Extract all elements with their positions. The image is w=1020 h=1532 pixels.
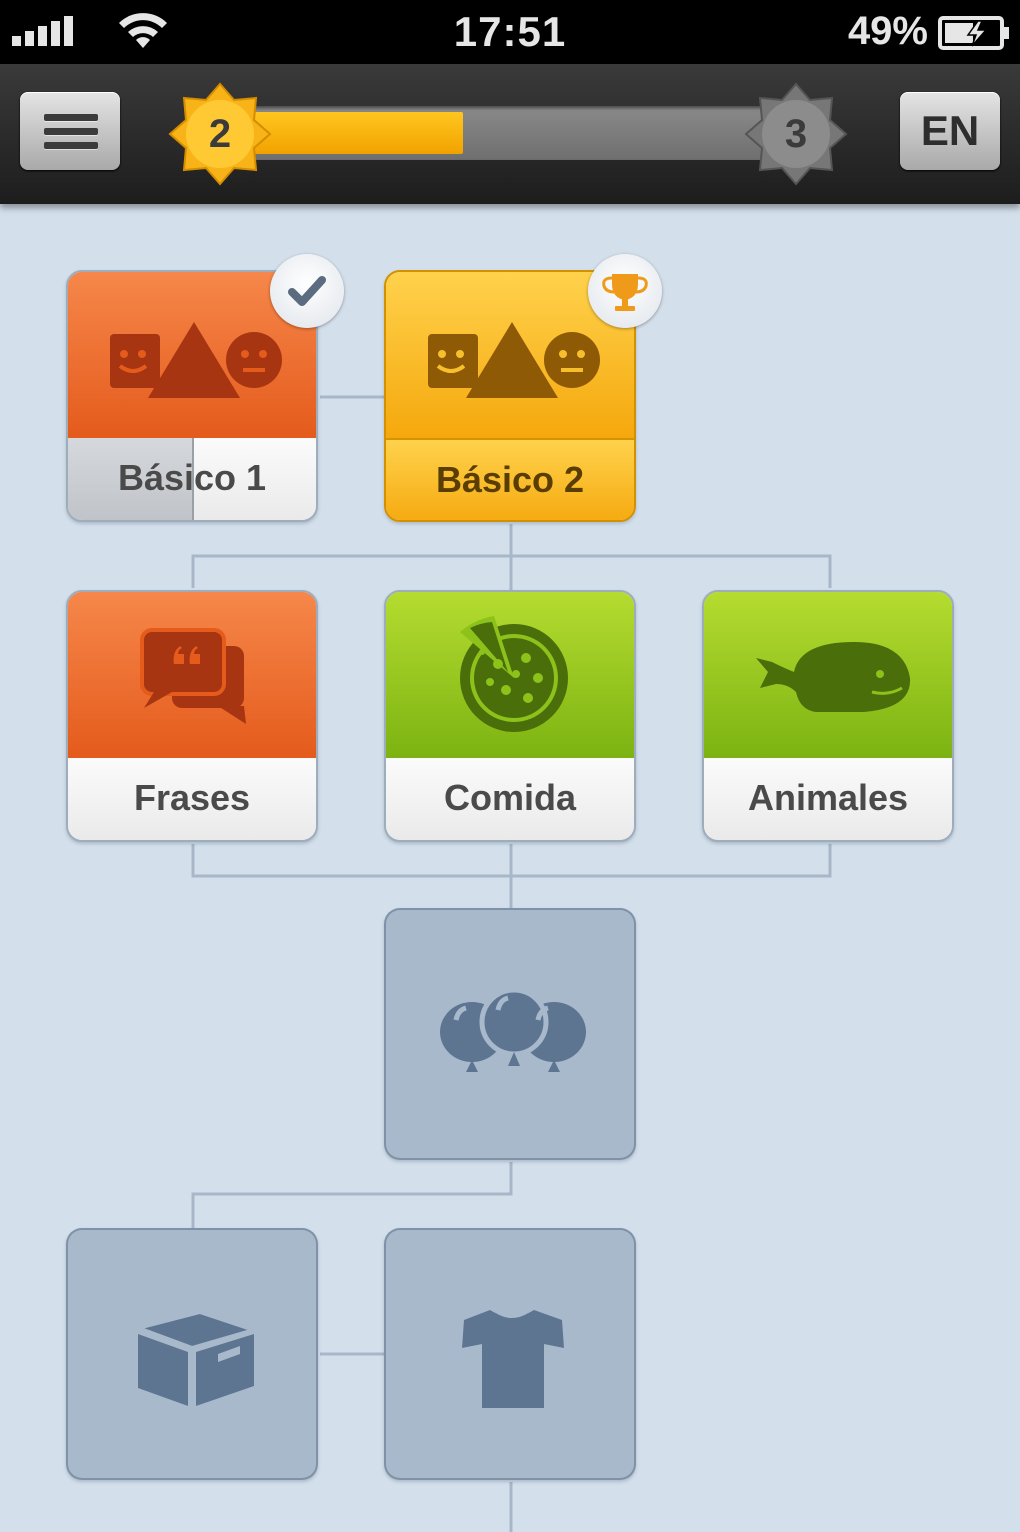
whale-icon <box>756 642 911 712</box>
checkmark-icon <box>270 254 344 328</box>
skill-label: Animales <box>747 777 909 818</box>
trophy-icon <box>588 254 662 328</box>
tshirt-icon <box>462 1310 564 1408</box>
skill-label: Frases <box>133 777 251 818</box>
balloons-icon <box>440 987 586 1072</box>
skill-clothing-locked[interactable] <box>384 1228 636 1480</box>
skill-celebration-locked[interactable] <box>384 908 636 1160</box>
skill-phrases[interactable]: Frases <box>66 590 318 842</box>
pizza-icon <box>460 616 568 732</box>
skill-objects-locked[interactable] <box>66 1228 318 1480</box>
skill-animals[interactable]: Animales <box>702 590 954 842</box>
skill-food[interactable]: Comida <box>384 590 636 842</box>
skill-label: Básico 1 <box>117 457 267 498</box>
skill-label: Comida <box>443 777 576 818</box>
speech-bubbles-icon <box>140 628 246 724</box>
skill-label: Básico 2 <box>435 459 585 500</box>
box-icon <box>136 1310 256 1406</box>
